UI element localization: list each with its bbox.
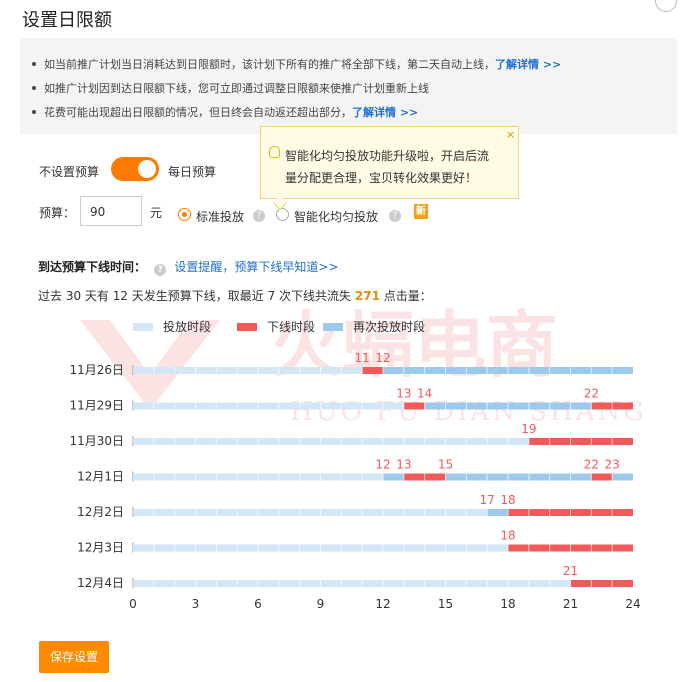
x-tick-label: 3 bbox=[192, 597, 200, 611]
smart-radio[interactable] bbox=[276, 208, 289, 221]
notice-box: 如当前推广计划当日消耗达到日限额时，该计划下所有的推广将全部下线，第二天自动上线… bbox=[20, 38, 677, 134]
tooltip-close-icon[interactable]: × bbox=[506, 128, 515, 141]
row-date-label: 11月29日 bbox=[69, 399, 124, 413]
offline-gantt-chart: 投放时段 下线时段 再次投放时段 11月26日 11 12 11月29日 13 14 22 11月3… bbox=[69, 319, 640, 611]
segment-offline bbox=[528, 438, 633, 445]
time-label: 23 bbox=[605, 458, 620, 472]
bullet-icon bbox=[32, 62, 36, 66]
x-tick-label: 18 bbox=[500, 597, 515, 611]
time-label: 21 bbox=[563, 564, 578, 578]
budget-input[interactable]: 90 bbox=[80, 196, 142, 226]
legend-swatch bbox=[323, 323, 343, 331]
legend-swatch bbox=[237, 323, 257, 331]
row-date-label: 11月26日 bbox=[69, 363, 124, 377]
segment-reonline bbox=[487, 509, 508, 516]
time-label: 12 bbox=[375, 351, 390, 365]
time-label: 18 bbox=[500, 493, 515, 507]
time-label: 12 bbox=[375, 458, 390, 472]
segment-online bbox=[133, 402, 404, 410]
segment-online bbox=[133, 509, 488, 516]
time-label: 15 bbox=[438, 458, 453, 472]
lightbulb-icon bbox=[269, 146, 280, 158]
segment-offline bbox=[591, 473, 613, 481]
notice-line-2: 如推广计划因到达日限额下线，您可立即通过调整日限额来使推广计划重新上线 bbox=[32, 80, 429, 96]
tooltip-text: 智能化均匀投放功能升级啦，开启后流 量分配更合理，宝贝转化效果更好！ bbox=[285, 149, 490, 185]
x-tick-label: 21 bbox=[563, 597, 578, 611]
time-label: 14 bbox=[417, 387, 432, 401]
legend-label: 下线时段 bbox=[267, 319, 315, 334]
bullet-icon bbox=[32, 86, 36, 90]
segment-reonline bbox=[383, 473, 404, 481]
x-tick-label: 0 bbox=[129, 597, 137, 611]
notice-line-3: 花费可能出现超出日限额的情况，但日终会自动返还超出部分，了解详情 >> bbox=[32, 104, 418, 120]
save-button[interactable]: 保存设置 bbox=[39, 641, 109, 673]
smart-option-label[interactable]: 智能化均匀投放 bbox=[294, 208, 378, 225]
offline-time-heading: 到达预算下线时间： ? 设置提醒，预算下线早知道>> bbox=[38, 260, 339, 276]
time-label: 11 bbox=[355, 351, 370, 365]
legend-label: 投放时段 bbox=[163, 319, 211, 334]
close-icon[interactable] bbox=[655, 0, 677, 12]
x-tick-label: 24 bbox=[625, 597, 640, 611]
set-reminder-link[interactable]: 设置提醒，预算下线早知道>> bbox=[174, 260, 338, 274]
segment-online bbox=[133, 438, 529, 445]
budget-toggle[interactable] bbox=[111, 157, 159, 181]
time-label: 19 bbox=[521, 422, 536, 436]
x-tick-label: 6 bbox=[254, 597, 262, 611]
time-label: 13 bbox=[396, 458, 411, 472]
segment-reonline bbox=[612, 473, 633, 481]
legend-swatch bbox=[133, 323, 153, 331]
learn-more-link-2[interactable]: 了解详情 >> bbox=[352, 106, 418, 119]
daily-budget-label: 每日预算 bbox=[168, 165, 217, 179]
time-label: 22 bbox=[584, 387, 599, 401]
segment-online bbox=[133, 367, 363, 374]
segment-reonline bbox=[445, 473, 592, 481]
x-tick-label: 12 bbox=[375, 597, 390, 611]
segment-online bbox=[133, 580, 571, 587]
x-tick-label: 15 bbox=[438, 597, 453, 611]
budget-unit: 元 bbox=[150, 206, 163, 220]
offline-summary: 过去 30 天有 12 天发生预算下线，取最近 7 次下线共流失 271 点击量… bbox=[38, 289, 432, 303]
help-icon[interactable]: ? bbox=[253, 210, 265, 222]
no-budget-label: 不设置预算 bbox=[39, 165, 100, 179]
bullet-icon bbox=[32, 110, 36, 114]
notice-line-1: 如当前推广计划当日消耗达到日限额时，该计划下所有的推广将全部下线，第二天自动上线… bbox=[32, 56, 561, 72]
time-label: 22 bbox=[584, 458, 599, 472]
new-badge: 新 bbox=[414, 204, 428, 219]
time-label: 13 bbox=[396, 387, 411, 401]
segment-offline bbox=[362, 367, 383, 374]
segment-offline bbox=[403, 402, 425, 410]
row-date-label: 12月4日 bbox=[77, 576, 124, 590]
time-label: 18 bbox=[500, 529, 515, 543]
learn-more-link-1[interactable]: 了解详情 >> bbox=[495, 58, 561, 71]
row-date-label: 11月30日 bbox=[69, 434, 124, 448]
standard-option-label[interactable]: 标准投放 bbox=[196, 208, 244, 225]
x-tick-label: 9 bbox=[317, 597, 325, 611]
time-label: 17 bbox=[480, 493, 495, 507]
standard-radio[interactable] bbox=[178, 208, 191, 221]
legend-label: 再次投放时段 bbox=[353, 319, 425, 334]
upgrade-tooltip: 智能化均匀投放功能升级啦，开启后流 量分配更合理，宝贝转化效果更好！ × bbox=[260, 126, 519, 211]
row-date-label: 12月3日 bbox=[77, 541, 124, 555]
budget-label: 预算： bbox=[39, 206, 76, 220]
row-date-label: 12月1日 bbox=[77, 470, 124, 484]
toggle-knob bbox=[138, 160, 156, 178]
row-date-label: 12月2日 bbox=[77, 505, 124, 519]
help-icon[interactable]: ? bbox=[389, 210, 401, 222]
segment-offline bbox=[570, 580, 633, 587]
page-title: 设置日限额 bbox=[22, 10, 112, 31]
help-icon[interactable]: ? bbox=[154, 264, 167, 276]
